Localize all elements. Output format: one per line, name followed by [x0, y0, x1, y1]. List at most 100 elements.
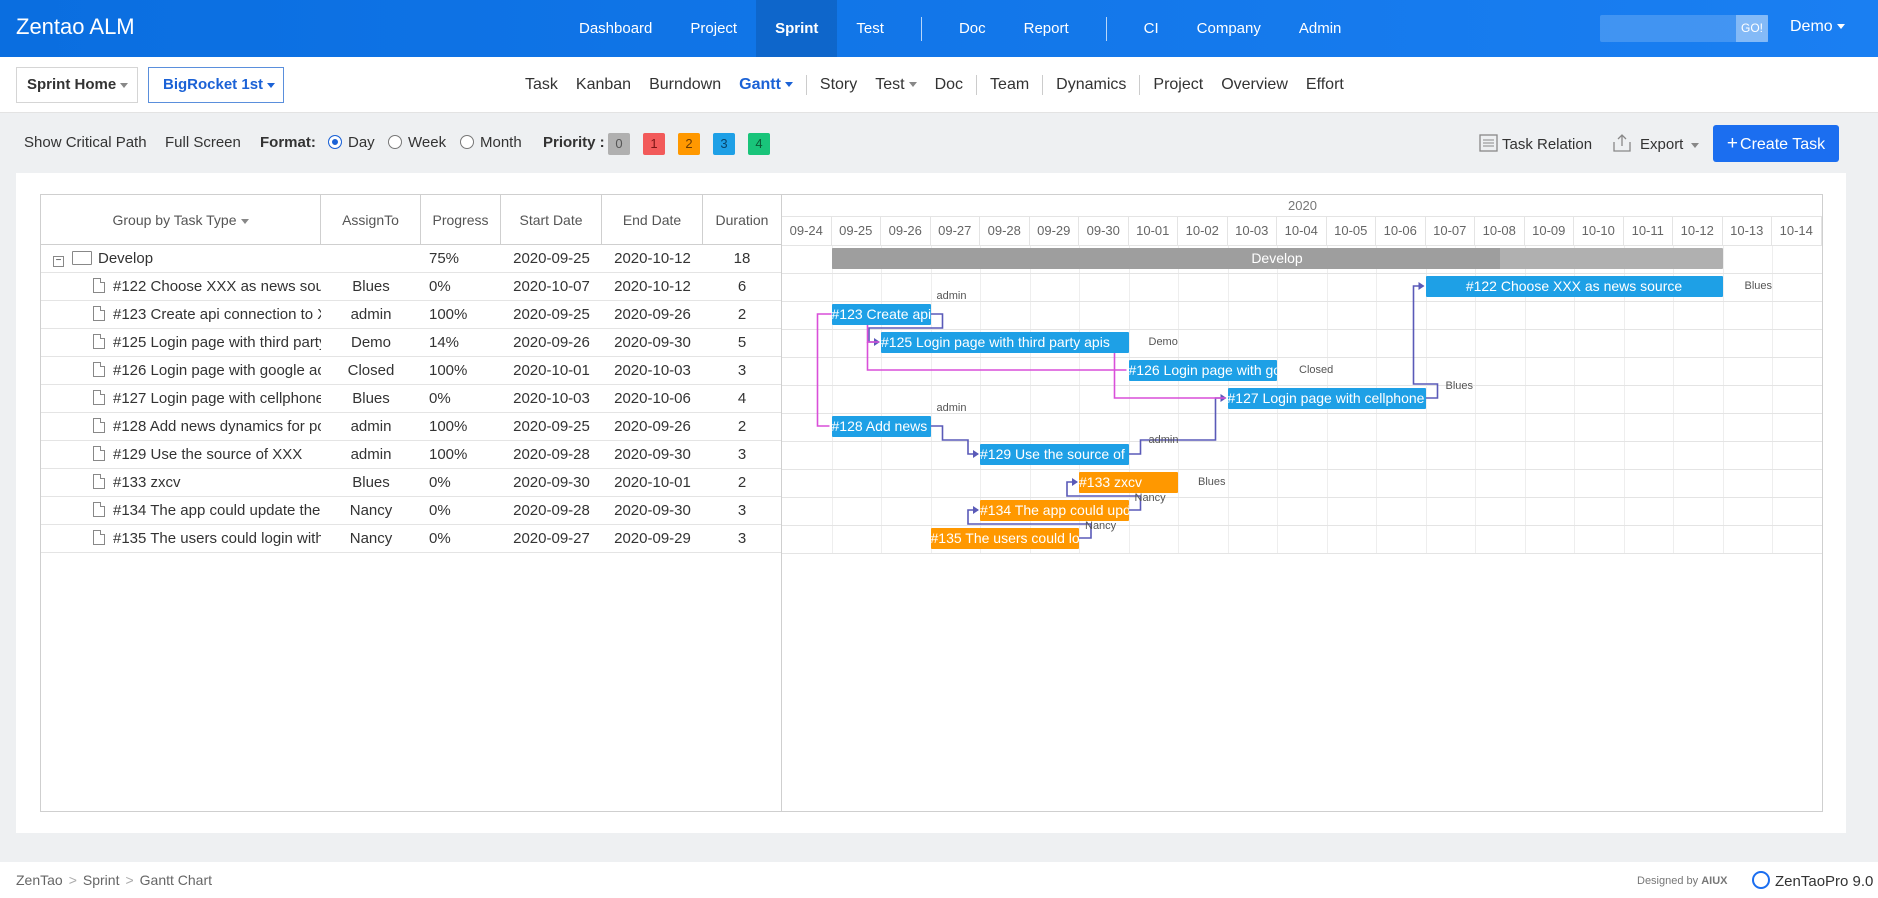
format-week-radio[interactable]: Week [388, 134, 446, 151]
task-assignee: Demo [350, 334, 391, 351]
column-header-assign[interactable]: AssignTo [321, 195, 421, 245]
task-row[interactable]: #123 Create api connection to XXX admin 10… [41, 301, 781, 329]
subnav-item-team-7[interactable]: Team [981, 76, 1038, 94]
collapse-icon[interactable]: − [53, 256, 64, 267]
subnav-item-dynamics-8[interactable]: Dynamics [1047, 76, 1135, 94]
nav-item-company[interactable]: Company [1178, 0, 1280, 57]
task-bar[interactable]: #134 The app could update the news [980, 500, 1129, 521]
subnav-divider [976, 75, 978, 95]
subnav-item-gantt-3[interactable]: Gantt [730, 76, 802, 94]
task-row[interactable]: #127 Login page with cellphone number Blu… [41, 385, 781, 413]
task-name[interactable]: #134 The app could update the news [113, 502, 321, 519]
group-bar-develop[interactable]: Develop [831, 248, 1723, 269]
column-header-start[interactable]: Start Date [501, 195, 602, 245]
task-row[interactable]: #126 Login page with google account Close… [41, 357, 781, 385]
subnav-item-test-5[interactable]: Test [866, 76, 925, 94]
task-name[interactable]: #133 zxcv [113, 474, 181, 491]
task-name[interactable]: #122 Choose XXX as news source [113, 278, 321, 295]
nav-item-dashboard[interactable]: Dashboard [560, 0, 671, 57]
file-icon [93, 334, 105, 349]
format-day-radio[interactable]: Day [328, 134, 375, 151]
task-start-date: 2020-09-28 [513, 446, 590, 463]
task-row[interactable]: #129 Use the source of XXX admin 100% 2020-… [41, 441, 781, 469]
subnav-label: Task [525, 76, 558, 93]
task-bar[interactable]: #128 Add news dynamics for posts [831, 416, 931, 437]
task-relation-button[interactable]: Task Relation [1479, 134, 1592, 153]
subnav-item-project-9[interactable]: Project [1144, 76, 1212, 94]
nav-item-project[interactable]: Project [671, 0, 756, 57]
show-critical-path-button[interactable]: Show Critical Path [24, 134, 147, 151]
task-end-date: 2020-09-30 [614, 334, 691, 351]
task-row[interactable]: #125 Login page with third party apis Dem… [41, 329, 781, 357]
format-month-radio[interactable]: Month [460, 134, 522, 151]
task-bar[interactable]: #133 zxcv [1079, 472, 1178, 493]
grid-header: Group by Task Type AssignTo Progress Sta… [41, 195, 781, 245]
full-screen-button[interactable]: Full Screen [165, 134, 241, 151]
task-name[interactable]: #126 Login page with google account [113, 362, 321, 379]
subnav-item-burndown-2[interactable]: Burndown [640, 76, 730, 94]
task-bar[interactable]: #135 The users could login with accounts [930, 528, 1079, 549]
group-row[interactable]: − Develop 75% 2020-09-25 2020-10-12 18 [41, 245, 781, 273]
version[interactable]: ZenTaoPro 9.0 [1752, 871, 1873, 890]
task-bar[interactable]: #127 Login page with cellphone number [1227, 388, 1426, 409]
column-header-duration[interactable]: Duration [703, 195, 781, 245]
priority-filter-4[interactable]: 4 [748, 133, 770, 155]
task-row[interactable]: #128 Add news dynamics for posts admin 100… [41, 413, 781, 441]
task-name[interactable]: #135 The users could login with accounts [113, 530, 321, 547]
nav-item-test[interactable]: Test [837, 0, 903, 57]
user-menu[interactable]: Demo [1790, 18, 1845, 36]
subnav-item-doc-6[interactable]: Doc [926, 76, 972, 94]
task-row[interactable]: #135 The users could login with accounts… [41, 525, 781, 553]
group-by-dropdown[interactable]: Group by Task Type [41, 195, 321, 245]
search-input[interactable] [1600, 15, 1734, 42]
export-dropdown[interactable]: Export [1612, 134, 1700, 153]
nav-item-doc[interactable]: Doc [940, 0, 1005, 57]
search-go-button[interactable]: GO! [1736, 15, 1768, 42]
sprint-selector-dropdown[interactable]: BigRocket 1st [148, 67, 284, 103]
task-name[interactable]: #123 Create api connection to XXX [113, 306, 321, 323]
column-header-progress[interactable]: Progress [421, 195, 501, 245]
task-bar[interactable]: #123 Create api connection to XXX [831, 304, 931, 325]
create-task-button[interactable]: + Create Task [1713, 125, 1839, 162]
task-name[interactable]: #129 Use the source of XXX [113, 446, 302, 463]
nav-item-admin[interactable]: Admin [1280, 0, 1361, 57]
create-task-label: Create Task [1740, 136, 1826, 153]
timeline-day: 10-02 [1178, 217, 1228, 245]
nav-item-ci[interactable]: CI [1125, 0, 1178, 57]
task-bar[interactable]: #122 Choose XXX as news source [1425, 276, 1723, 297]
sprint-sub-nav: Task Kanban Burndown Gantt Story Test Doc Team D… [516, 57, 1353, 113]
task-name[interactable]: #125 Login page with third party apis [113, 334, 321, 351]
subnav-item-task-0[interactable]: Task [516, 76, 567, 94]
subnav-item-kanban-1[interactable]: Kanban [567, 76, 640, 94]
footer-crumb-sprint[interactable]: Sprint [83, 872, 120, 888]
nav-divider [920, 16, 922, 41]
task-name[interactable]: #128 Add news dynamics for posts [113, 418, 321, 435]
priority-filter-3[interactable]: 3 [713, 133, 735, 155]
task-bar-assignee: Blues [1744, 280, 1773, 292]
task-row[interactable]: #133 zxcv Blues 0% 2020-09-30 2020-10-01 2 [41, 469, 781, 497]
task-bar[interactable]: #129 Use the source of XXX [980, 444, 1129, 465]
app-brand[interactable]: Zentao ALM [16, 14, 135, 40]
task-row[interactable]: #134 The app could update the news Nancy 0… [41, 497, 781, 525]
footer-crumb-zentao[interactable]: ZenTao [16, 872, 63, 888]
task-duration: 5 [737, 334, 747, 351]
task-bar[interactable]: #125 Login page with third party apis [881, 332, 1129, 353]
timeline-day: 09-27 [931, 217, 980, 245]
arrow-head-icon [1418, 282, 1425, 290]
task-name-cell: #127 Login page with cellphone number [41, 385, 321, 413]
sprint-home-dropdown[interactable]: Sprint Home [16, 67, 138, 103]
task-bar[interactable]: #126 Login page with google account [1128, 360, 1277, 381]
task-row[interactable]: #122 Choose XXX as news source Blues 0% 202… [41, 273, 781, 301]
priority-filter-1[interactable]: 1 [643, 133, 665, 155]
task-duration: 2 [737, 418, 747, 435]
subnav-item-overview-10[interactable]: Overview [1212, 76, 1297, 94]
task-name[interactable]: #127 Login page with cellphone number [113, 390, 321, 407]
task-duration: 3 [737, 362, 747, 379]
nav-item-sprint[interactable]: Sprint [756, 0, 838, 57]
priority-filter-0[interactable]: 0 [608, 133, 630, 155]
column-header-end[interactable]: End Date [602, 195, 703, 245]
nav-item-report[interactable]: Report [1005, 0, 1088, 57]
subnav-item-effort-11[interactable]: Effort [1297, 76, 1353, 94]
subnav-item-story-4[interactable]: Story [811, 76, 866, 94]
priority-filter-2[interactable]: 2 [678, 133, 700, 155]
